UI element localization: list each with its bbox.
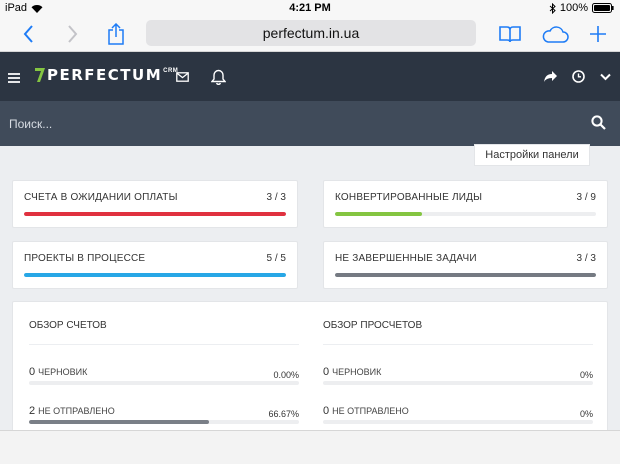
row-count: 2 xyxy=(29,405,36,417)
progress-fill xyxy=(335,212,422,216)
row-label: Черновик xyxy=(38,367,88,377)
stat-label: Проекты в процессе xyxy=(24,253,146,264)
divider xyxy=(323,344,593,345)
app-header: PERFECTUM CRM xyxy=(0,52,620,101)
row-progress-track xyxy=(323,381,593,385)
mail-icon[interactable] xyxy=(176,52,189,101)
ios-status-bar: iPad 4:21 PM 100% xyxy=(0,0,620,16)
battery-icon xyxy=(592,3,614,13)
logo-mark-icon xyxy=(34,66,46,88)
estimates-row-draft[interactable]: 0 Черновик 0% xyxy=(323,362,593,392)
clock-icon[interactable] xyxy=(572,52,585,101)
stat-count: 3 / 3 xyxy=(266,192,286,203)
overview-panel: Обзор счетов 0 Черновик 0.00% 2 Не отправл… xyxy=(12,301,608,441)
stat-card-invoices-awaiting[interactable]: Счета в ожидании оплаты 3 / 3 xyxy=(12,180,298,228)
row-label: Не отправлено xyxy=(332,406,409,416)
invoices-row-draft[interactable]: 0 Черновик 0.00% xyxy=(29,362,299,392)
status-time: 4:21 PM xyxy=(289,2,331,14)
stat-card-converted-leads[interactable]: Конвертированные лиды 3 / 9 xyxy=(323,180,608,228)
stat-count: 3 / 3 xyxy=(576,253,596,264)
estimates-overview: Обзор просчетов 0 Черновик 0% 0 Не отправл… xyxy=(323,302,593,440)
logo-text: PERFECTUM xyxy=(47,66,163,84)
invoices-overview: Обзор счетов 0 Черновик 0.00% 2 Не отправл… xyxy=(29,302,299,440)
row-count: 0 xyxy=(29,366,36,378)
progress-fill xyxy=(24,212,286,216)
stat-count: 3 / 9 xyxy=(576,192,596,203)
search-bar xyxy=(0,101,620,146)
progress-track xyxy=(24,273,286,277)
stat-count: 5 / 5 xyxy=(266,253,286,264)
cloud-tabs-icon[interactable] xyxy=(540,16,570,52)
progress-track xyxy=(24,212,286,216)
estimates-overview-title: Обзор просчетов xyxy=(323,320,423,331)
battery-percent: 100% xyxy=(559,2,588,14)
stat-label: Счета в ожидании оплаты xyxy=(24,192,178,203)
row-percent: 0% xyxy=(579,409,593,419)
forward-icon[interactable] xyxy=(62,16,82,52)
row-percent: 66.67% xyxy=(268,409,299,419)
progress-fill xyxy=(24,273,286,277)
row-count: 0 xyxy=(323,366,330,378)
share-icon[interactable] xyxy=(104,16,128,52)
share-arrow-icon[interactable] xyxy=(543,52,558,101)
logo[interactable]: PERFECTUM CRM xyxy=(34,66,178,88)
row-percent: 0% xyxy=(579,370,593,380)
stat-card-projects-in-progress[interactable]: Проекты в процессе 5 / 5 xyxy=(12,241,298,289)
row-percent: 0.00% xyxy=(273,370,299,380)
panel-settings-button[interactable]: Настройки панели xyxy=(474,144,590,166)
invoices-overview-title: Обзор счетов xyxy=(29,320,107,331)
progress-track xyxy=(335,212,596,216)
browser-bottom-area xyxy=(0,430,620,464)
search-input[interactable] xyxy=(0,101,570,146)
new-tab-icon[interactable] xyxy=(588,16,608,52)
bluetooth-icon xyxy=(549,2,556,14)
row-label: Черновик xyxy=(332,367,382,377)
notifications-bell-icon[interactable] xyxy=(211,52,226,101)
chevron-down-icon[interactable] xyxy=(600,52,611,101)
progress-fill xyxy=(335,273,596,277)
invoices-row-not-sent[interactable]: 2 Не отправлено 66.67% xyxy=(29,401,299,431)
estimates-row-not-sent[interactable]: 0 Не отправлено 0% xyxy=(323,401,593,431)
menu-icon[interactable] xyxy=(8,70,20,88)
stat-label: Не завершенные задачи xyxy=(335,253,477,264)
row-progress-track xyxy=(29,420,299,424)
row-progress-track xyxy=(29,381,299,385)
row-progress-fill xyxy=(29,420,209,424)
browser-toolbar: perfectum.in.ua xyxy=(0,16,620,52)
bookmarks-icon[interactable] xyxy=(498,16,522,52)
progress-track xyxy=(335,273,596,277)
status-right: 100% xyxy=(549,2,614,14)
row-count: 0 xyxy=(323,405,330,417)
divider xyxy=(29,344,299,345)
address-bar[interactable]: perfectum.in.ua xyxy=(146,20,476,46)
search-icon[interactable] xyxy=(591,115,606,135)
stat-label: Конвертированные лиды xyxy=(335,192,483,203)
stat-card-unfinished-tasks[interactable]: Не завершенные задачи 3 / 3 xyxy=(323,241,608,289)
row-progress-track xyxy=(323,420,593,424)
row-label: Не отправлено xyxy=(38,406,115,416)
url-text: perfectum.in.ua xyxy=(262,25,360,41)
back-icon[interactable] xyxy=(18,16,38,52)
